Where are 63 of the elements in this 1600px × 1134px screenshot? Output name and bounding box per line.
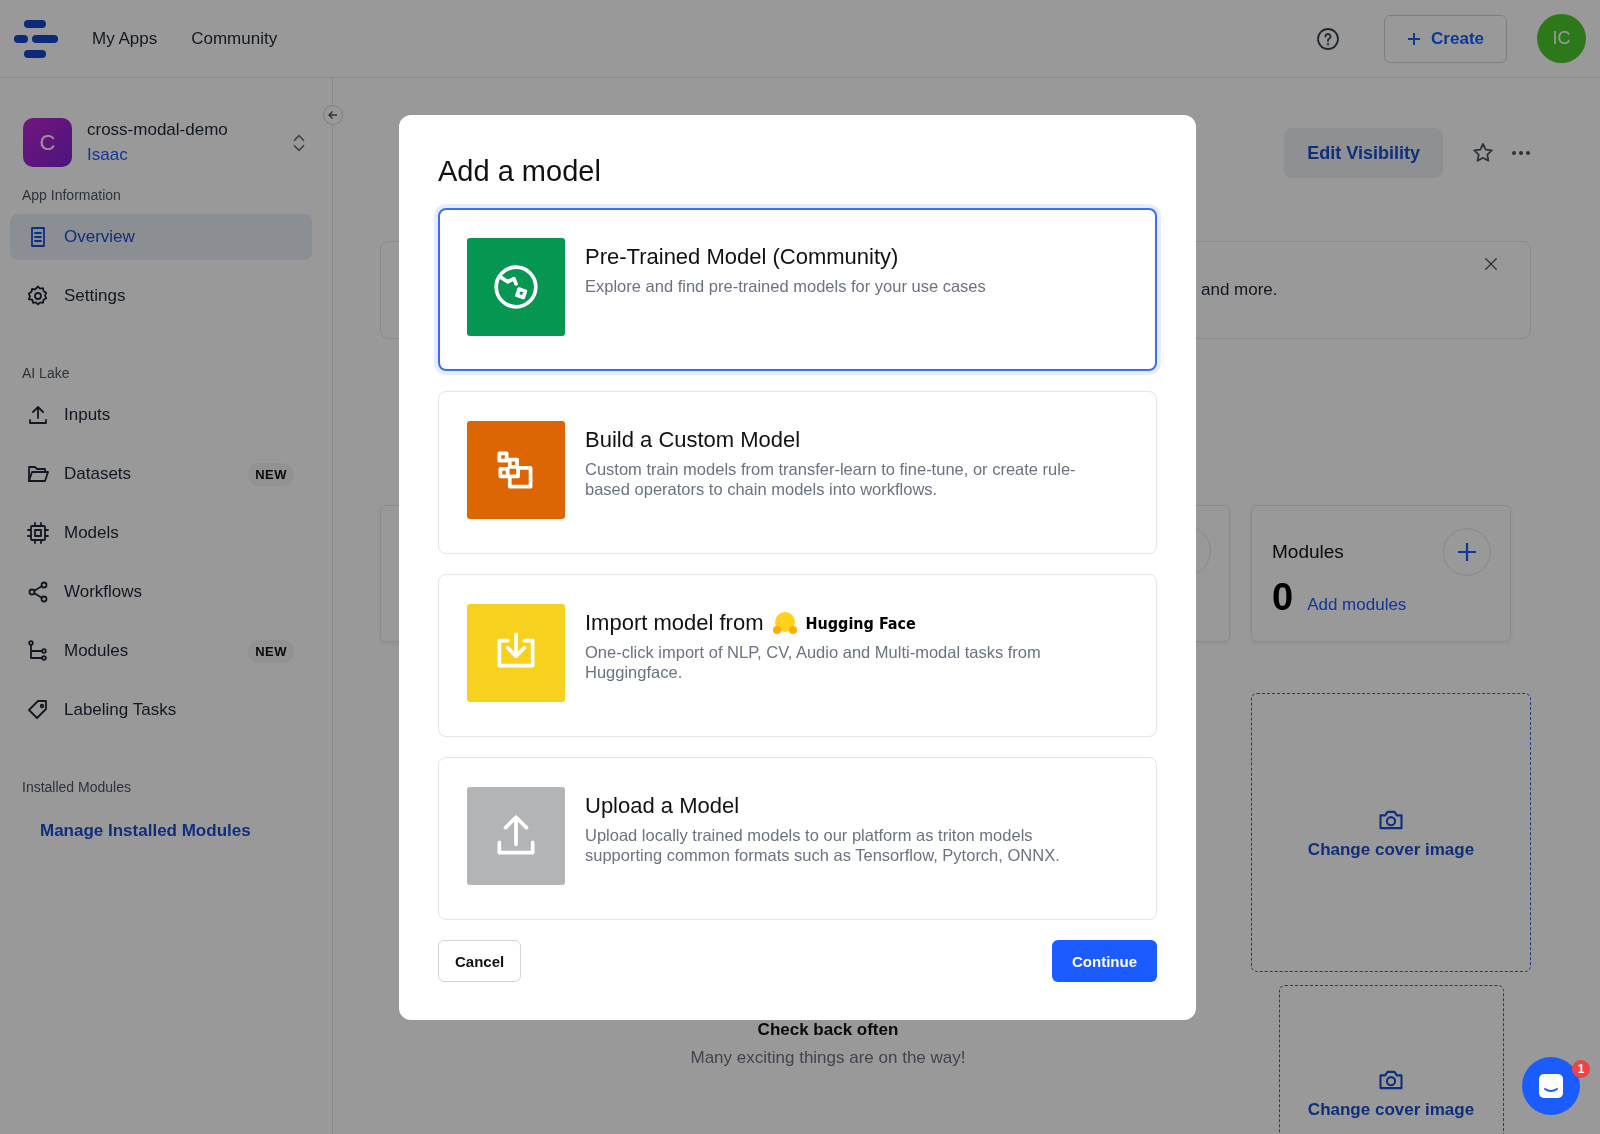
nav-link[interactable]: My Apps	[92, 28, 158, 49]
option-description: Explore and find pre-trained models for your use cases	[585, 276, 986, 296]
star-icon	[1471, 141, 1495, 165]
brand-name: Hugging Face	[805, 613, 916, 633]
banner-text: and more.	[1201, 280, 1279, 300]
nav-item[interactable]: Workflows	[10, 569, 312, 615]
nav-item[interactable]: Settings	[10, 273, 312, 319]
gear-icon	[26, 284, 50, 308]
option-description: One-click import of NLP, CV, Audio and Multi-modal tasks from Huggingface.	[585, 642, 1042, 682]
manage-modules-link[interactable]: Manage Installed Modules	[40, 821, 251, 841]
section-label: Installed Modules	[21, 779, 132, 795]
tree-icon	[26, 639, 50, 663]
nav-item[interactable]: Inputs	[10, 392, 312, 438]
cancel-button[interactable]: Cancel	[438, 940, 522, 982]
globe-icon	[491, 262, 541, 312]
change-cover-button[interactable]: Change cover image	[1278, 985, 1504, 1134]
section-label: App Information	[21, 187, 122, 203]
app-owner[interactable]: Isaac	[87, 145, 288, 165]
empty-state-text: Many exciting things are on the way!	[689, 1048, 967, 1068]
option-title: Import model from	[585, 610, 764, 636]
dialog-title: Add a model	[438, 154, 602, 189]
model-option-card[interactable]: Build a Custom Model Custom train models from transfer-learn to fine-tune, or create rule-based operators to chain models into workflows.	[438, 391, 1157, 554]
app-name: cross-modal-demo	[87, 120, 229, 140]
model-option-card[interactable]: Upload a Model Upload locally trained models to our platform as triton models supporting common formats such as Tensorflow, Pytorch, ONNX.	[438, 757, 1157, 920]
continue-button[interactable]: Continue	[1052, 940, 1157, 982]
more-icon[interactable]	[1511, 150, 1531, 156]
hugging-emoji-icon	[771, 610, 798, 636]
upload-icon	[26, 403, 50, 427]
add-button[interactable]	[1443, 528, 1491, 576]
section-label: AI Lake	[21, 365, 71, 381]
chat-icon	[1538, 1073, 1564, 1099]
change-cover-button[interactable]: Change cover image	[1251, 693, 1531, 972]
plus-icon	[1457, 542, 1477, 562]
share-icon	[26, 580, 50, 604]
plus-icon	[1407, 31, 1422, 46]
nav-item[interactable]: Models	[10, 510, 312, 556]
tag-icon	[26, 698, 50, 722]
add-modules-link[interactable]: Add modules	[1307, 595, 1407, 615]
empty-state-title: Check back often	[756, 1020, 900, 1040]
logo-icon[interactable]	[14, 19, 58, 58]
help-icon	[1316, 26, 1341, 51]
nav-item[interactable]: Labeling Tasks	[10, 687, 312, 733]
nav-item[interactable]: Modules NEW	[10, 628, 312, 674]
nav-item[interactable]: Datasets NEW	[10, 451, 312, 497]
create-button[interactable]: Create	[1384, 14, 1507, 63]
option-title: Build a Custom Model	[585, 427, 801, 453]
model-option-card[interactable]: Import model from Hugging Face One-click import of NLP, CV, Audio and Multi-modal tasks from Huggingface.	[438, 574, 1157, 737]
option-title: Pre-Trained Model (Community)	[585, 244, 899, 270]
arrow-left-icon	[327, 109, 339, 121]
nav-link[interactable]: Community	[191, 28, 278, 49]
edit-visibility-button[interactable]: Edit Visibility	[1284, 128, 1443, 178]
module-count: 0	[1272, 576, 1294, 619]
app-avatar: C	[23, 118, 72, 167]
card-title: Modules	[1272, 541, 1344, 563]
close-icon	[1482, 255, 1500, 273]
option-description: Upload locally trained models to our platform as triton models supporting common formats such as Tensorflow, Pytorch, ONNX.	[585, 825, 1061, 865]
option-description: Custom train models from transfer-learn to fine-tune, or create rule-based operators to chain models into workflows.	[585, 459, 1077, 499]
option-title: Upload a Model	[585, 793, 740, 819]
chip-icon	[26, 521, 50, 545]
nav-item[interactable]: Overview	[10, 214, 312, 260]
collapse-button[interactable]	[323, 105, 343, 125]
new-badge: NEW	[248, 639, 294, 663]
new-badge: NEW	[248, 462, 294, 486]
